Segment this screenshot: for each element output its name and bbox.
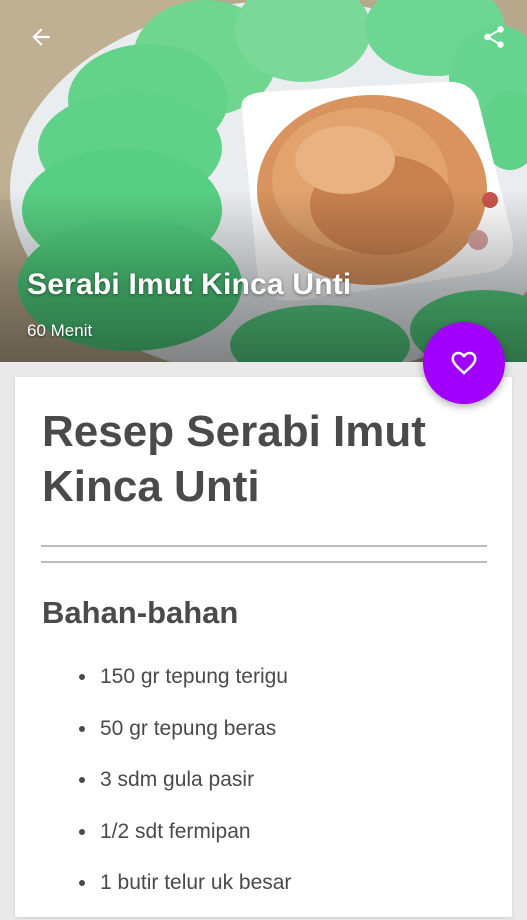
- ingredient-text: 50 gr tepung beras: [100, 716, 277, 740]
- bullet-icon: [79, 777, 85, 783]
- ingredient-text: 1/2 sdt fermipan: [100, 819, 251, 843]
- recipe-card: Resep Serabi Imut Kinca Unti Bahan-bahan…: [15, 377, 512, 917]
- ingredient-item: 3 sdm gula pasir: [79, 765, 291, 817]
- ingredients-heading: Bahan-bahan: [42, 595, 239, 630]
- ingredient-item: 1/2 sdt fermipan: [79, 817, 291, 869]
- share-icon: [484, 26, 504, 48]
- ingredient-text: 3 sdm gula pasir: [100, 768, 255, 791]
- favorite-button[interactable]: [423, 322, 505, 404]
- arrow-left-icon: [32, 28, 50, 46]
- ingredients-list: 150 gr tepung terigu 50 gr tepung beras …: [79, 662, 291, 920]
- hero-title: Serabi Imut Kinca Unti: [27, 268, 352, 301]
- recipe-title: Resep Serabi Imut Kinca Unti: [42, 407, 426, 511]
- share-button[interactable]: [472, 15, 516, 59]
- ingredient-item: 50 gr tepung beras: [79, 714, 291, 766]
- bullet-icon: [79, 674, 85, 680]
- hero-image-header: Serabi Imut Kinca Unti 60 Menit: [0, 0, 527, 362]
- back-button[interactable]: [19, 15, 63, 59]
- ingredient-item: 150 gr tepung terigu: [79, 662, 291, 714]
- divider: [41, 545, 487, 547]
- ingredient-item: 1 butir telur uk besar: [79, 868, 291, 920]
- bullet-icon: [79, 725, 85, 732]
- heart-outline-icon: [451, 351, 477, 375]
- ingredient-text: 150 gr tepung terigu: [100, 665, 288, 688]
- divider: [41, 561, 487, 563]
- bullet-icon: [79, 880, 85, 886]
- cooking-duration: 60 Menit: [27, 321, 93, 340]
- bullet-icon: [79, 828, 85, 835]
- ingredient-text: 1 butir telur uk besar: [100, 871, 292, 894]
